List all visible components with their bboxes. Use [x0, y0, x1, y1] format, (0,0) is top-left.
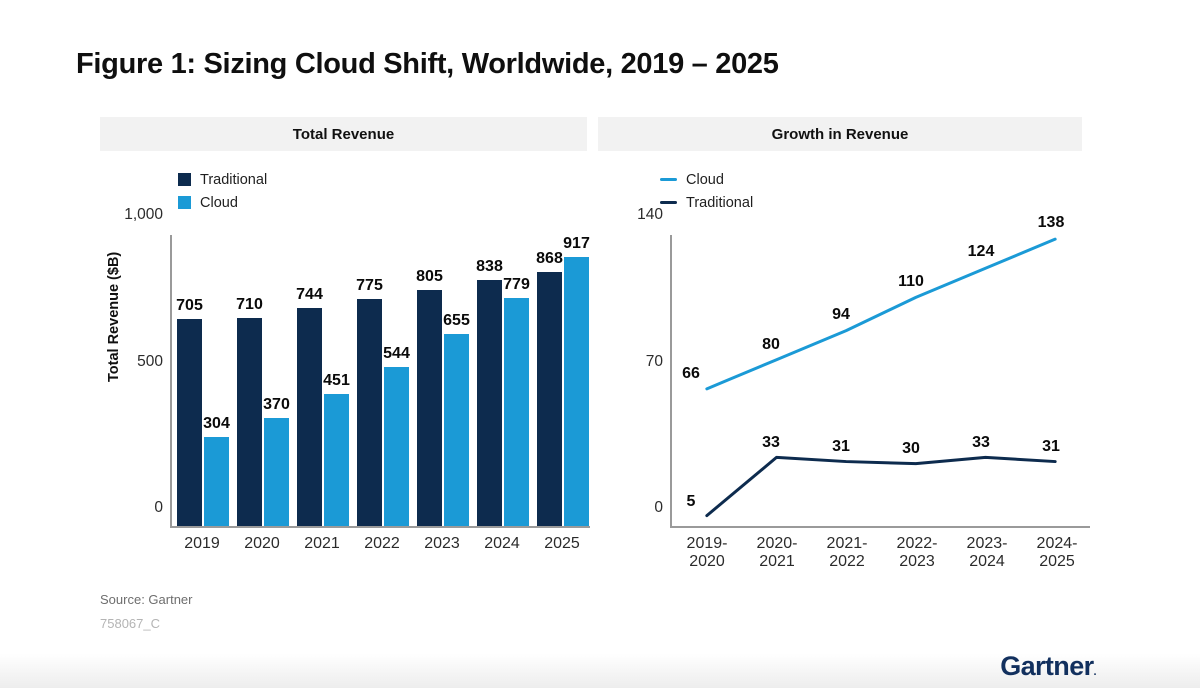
y-axis-tick: 140: [637, 206, 663, 223]
bar-traditional-2025[interactable]: 868: [536, 250, 563, 526]
legend-swatch-traditional-icon: [178, 173, 191, 186]
bar-chart-total-revenue: Traditional Cloud Total Revenue ($B) 0 50…: [96, 160, 596, 590]
bar-value-label: 705: [176, 297, 203, 315]
bar-group: 744 451: [296, 235, 350, 526]
legend-label-cloud: Cloud: [200, 194, 238, 211]
bar-cloud-2021[interactable]: 451: [323, 372, 350, 526]
bar-value-label: 917: [563, 235, 590, 253]
bar-group: 805 655: [416, 235, 470, 526]
point-value-label: 33: [762, 433, 780, 451]
panel-header-growth-in-revenue: Growth in Revenue: [598, 117, 1082, 151]
gartner-logo-text: Gartner: [1000, 651, 1094, 681]
legend-item-cloud: Cloud: [178, 191, 267, 214]
point-value-label: 110: [898, 272, 924, 290]
x-axis-tick: 2021: [304, 535, 340, 552]
x-axis-tick: 2022- 2023: [896, 535, 938, 571]
bar-group: 710 370: [236, 235, 290, 526]
legend-bar-chart: Traditional Cloud: [178, 168, 267, 214]
bar-traditional-2023[interactable]: 805: [416, 268, 443, 526]
point-value-label: 31: [1042, 438, 1060, 456]
legend-line-cloud-icon: [660, 178, 677, 181]
bar-traditional-2019[interactable]: 705: [176, 297, 203, 526]
bar-group: 838 779: [476, 235, 530, 526]
bar-traditional-2020[interactable]: 710: [236, 296, 263, 526]
bar-value-label: 744: [296, 286, 323, 304]
bar-traditional-2021[interactable]: 744: [296, 286, 323, 526]
x-axis-tick: 2023- 2024: [966, 535, 1008, 571]
line-series-cloud[interactable]: [705, 237, 1057, 391]
legend-item-cloud-line: Cloud: [660, 168, 753, 191]
bar-value-label: 710: [236, 295, 263, 313]
legend-item-traditional: Traditional: [178, 168, 267, 191]
gartner-logo-mark: .: [1093, 666, 1097, 678]
point-value-label: 138: [1037, 214, 1065, 232]
bar-value-label: 838: [476, 258, 503, 276]
figure-id: 758067_C: [100, 616, 160, 631]
x-axis-tick: 2019- 2020: [686, 535, 728, 571]
legend-label-traditional: Traditional: [200, 171, 268, 188]
legend-swatch-cloud-icon: [178, 196, 191, 209]
bar-value-label: 805: [416, 268, 443, 286]
point-value-label: 66: [682, 364, 700, 382]
bar-group: 775 544: [356, 235, 410, 526]
bar-value-label: 655: [443, 312, 470, 330]
x-axis-tick: 2021- 2022: [826, 535, 868, 571]
panel-header-right-label: Growth in Revenue: [771, 125, 909, 143]
y-axis-tick: 0: [654, 499, 663, 516]
bar-cloud-2020[interactable]: 370: [263, 396, 290, 526]
y-axis-tick: 1,000: [124, 206, 163, 223]
panel-header-total-revenue: Total Revenue: [100, 117, 587, 151]
legend-label-cloud-line: Cloud: [686, 171, 724, 188]
x-axis-tick: 2024: [484, 535, 520, 552]
point-value-label: 30: [902, 440, 920, 458]
line-series-svg: [705, 237, 1057, 518]
bar-cloud-2023[interactable]: 655: [443, 312, 470, 526]
bar-value-label: 451: [323, 371, 350, 389]
y-axis-tick: 70: [645, 352, 663, 370]
bar-value-label: 304: [203, 414, 230, 432]
panel-header-left-label: Total Revenue: [292, 125, 395, 143]
legend-line-chart: Cloud Traditional: [660, 168, 753, 214]
point-value-label: 31: [832, 438, 850, 456]
bar-value-label: 370: [263, 395, 290, 413]
page-title: Figure 1: Sizing Cloud Shift, Worldwide,…: [76, 48, 779, 80]
bar-traditional-2022[interactable]: 775: [356, 277, 383, 526]
bar-value-label: 779: [503, 275, 530, 293]
line-plot-area: 0 70 140 66 80 94 110 124 138 5 33 31 30 33 31 2019- 20…: [637, 206, 1090, 570]
legend-line-traditional-icon: [660, 201, 677, 204]
bar-group: 868 917: [536, 235, 590, 526]
point-value-label: 94: [832, 306, 850, 324]
point-value-label: 33: [972, 433, 990, 451]
legend-item-traditional-line: Traditional: [660, 191, 753, 214]
x-axis-tick: 2024- 2025: [1036, 535, 1078, 571]
bar-cloud-2025[interactable]: 917: [563, 235, 590, 526]
gartner-logo: Gartner.: [1000, 651, 1097, 682]
legend-label-traditional-line: Traditional: [686, 194, 754, 211]
bar-value-label: 868: [536, 249, 563, 267]
point-value-label: 124: [967, 243, 995, 261]
bar-cloud-2024[interactable]: 779: [503, 276, 530, 526]
x-axis-tick: 2022: [364, 535, 400, 552]
point-value-label: 5: [686, 492, 696, 510]
bar-group: 705 304: [176, 235, 230, 526]
bar-value-label: 775: [356, 276, 383, 294]
y-axis-title: Total Revenue ($B): [106, 251, 122, 382]
point-value-label: 80: [762, 335, 780, 353]
x-axis-tick: 2023: [424, 535, 460, 552]
x-axis-tick: 2019: [184, 535, 220, 552]
x-axis-tick: 2020- 2021: [756, 535, 798, 571]
source-note: Source: Gartner: [100, 592, 193, 607]
bar-value-label: 544: [383, 344, 410, 362]
x-axis-tick: 2025: [544, 535, 580, 552]
bar-cloud-2019[interactable]: 304: [203, 415, 230, 526]
line-chart-growth-in-revenue: Cloud Traditional 0 70 140 66 80 94 110 124 138 5…: [596, 160, 1096, 590]
line-series-traditional[interactable]: [705, 455, 1057, 518]
bar-cloud-2022[interactable]: 544: [383, 345, 410, 526]
x-axis-tick: 2020: [244, 535, 280, 552]
y-axis-tick: 0: [154, 499, 163, 516]
bar-traditional-2024[interactable]: 838: [476, 258, 503, 526]
y-axis-tick: 500: [137, 352, 163, 370]
bar-plot-area: 0 500 1,000 705 304 710 370 744 451 775 544 805 655 8…: [124, 206, 590, 552]
